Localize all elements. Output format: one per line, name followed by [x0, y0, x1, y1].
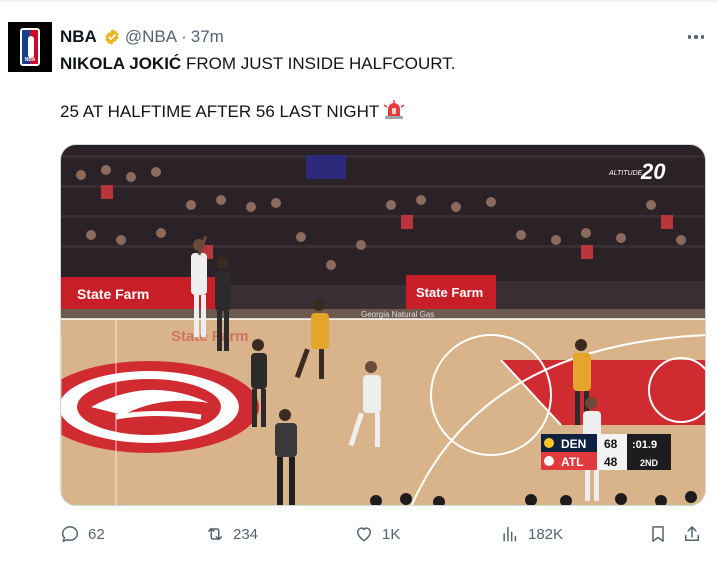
- arena-sign-text: Georgia Natural Gas: [361, 310, 434, 319]
- nba-logo-icon: NBA: [20, 28, 40, 66]
- author-name[interactable]: NBA: [60, 27, 97, 47]
- reply-button[interactable]: 62: [60, 524, 105, 544]
- siren-emoji-icon: [383, 100, 405, 119]
- reply-icon: [61, 526, 79, 543]
- author-handle[interactable]: @NBA: [125, 27, 177, 47]
- like-count: 1K: [382, 525, 401, 543]
- tweet-line-2: 25 AT HALFTIME AFTER 56 LAST NIGHT: [60, 100, 700, 124]
- court-banner-text: State Farm: [171, 328, 249, 345]
- video-frame: State Farm State Farm Georgia Natural Ga…: [61, 145, 705, 505]
- game-period: 2ND: [640, 458, 659, 468]
- team2-abbr: ATL: [561, 455, 583, 469]
- repost-icon: [208, 527, 222, 541]
- tweet-line-1: NIKOLA JOKIĆ FROM JUST INSIDE HALFCOURT.: [60, 52, 700, 76]
- banner-text-2: State Farm: [416, 285, 483, 300]
- tweet-text: NIKOLA JOKIĆ FROM JUST INSIDE HALFCOURT.…: [60, 52, 700, 124]
- game-clock: :01.9: [632, 439, 657, 451]
- network-bug-small: ALTITUDE: [608, 170, 643, 177]
- video-player[interactable]: State Farm State Farm Georgia Natural Ga…: [60, 144, 706, 506]
- heart-icon: [357, 527, 371, 542]
- share-icon: [685, 526, 699, 541]
- tweet-line-1-rest: FROM JUST INSIDE HALFCOURT.: [181, 54, 456, 73]
- verified-badge-icon[interactable]: [103, 28, 121, 46]
- bookmark-icon: [652, 526, 664, 542]
- views-count: 182K: [528, 525, 564, 543]
- tweet-bold-name: NIKOLA JOKIĆ: [60, 54, 182, 73]
- repost-button[interactable]: 234: [205, 524, 258, 544]
- banner-text-1: State Farm: [77, 286, 149, 302]
- scoreboard: DEN ATL 68 48 :01.9 2ND: [541, 434, 671, 470]
- top-divider: [0, 0, 718, 2]
- views-button[interactable]: 182K: [500, 524, 563, 544]
- team1-abbr: DEN: [561, 437, 586, 451]
- more-options-icon[interactable]: [684, 26, 708, 48]
- network-bug-number: 20: [640, 159, 666, 184]
- tweet-header: NBA @NBA · 37m: [60, 26, 224, 48]
- tweet-line-2-text: 25 AT HALFTIME AFTER 56 LAST NIGHT: [60, 102, 380, 121]
- timestamp[interactable]: 37m: [191, 27, 224, 47]
- avatar[interactable]: NBA: [8, 22, 52, 72]
- separator-dot: ·: [181, 27, 187, 46]
- reply-count: 62: [88, 525, 105, 543]
- repost-count: 234: [233, 525, 259, 543]
- views-icon: [503, 526, 517, 542]
- bookmark-button[interactable]: [648, 524, 668, 544]
- team1-score: 68: [604, 437, 618, 451]
- share-button[interactable]: [682, 524, 702, 544]
- tweet-actions: 62 234 1K 182K: [60, 520, 706, 550]
- team2-score: 48: [604, 455, 618, 469]
- like-button[interactable]: 1K: [354, 524, 400, 544]
